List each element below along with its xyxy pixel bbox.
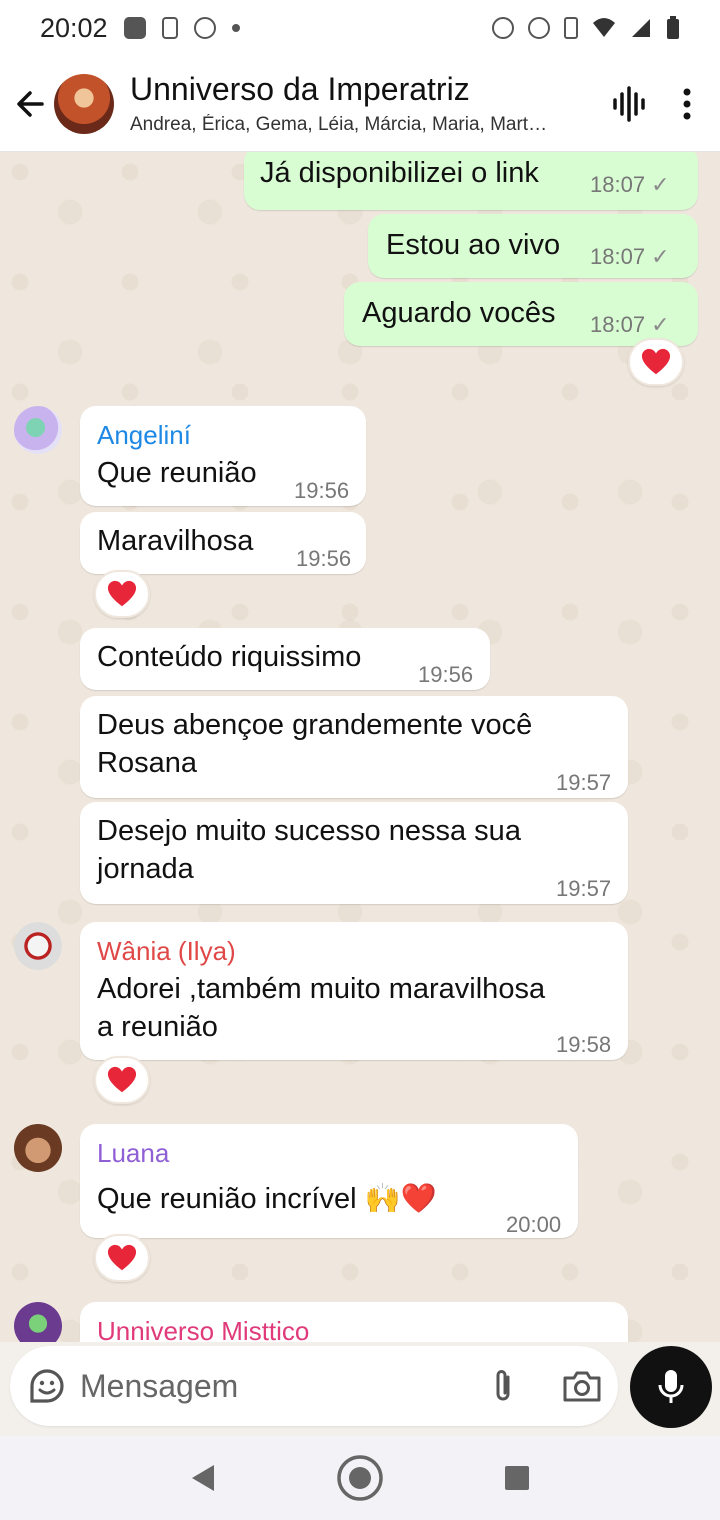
sender-avatar[interactable] — [14, 406, 62, 454]
mic-icon — [658, 1370, 684, 1403]
message-time: 19:56 — [294, 478, 350, 503]
message-time: 18:07 ✓ — [590, 166, 670, 204]
message-time: 18:07 ✓ — [590, 238, 670, 276]
sender-name[interactable]: Luana — [97, 1134, 169, 1172]
chat-header: Unniverso da Imperatriz Andrea, Érica, G… — [0, 56, 720, 152]
alarm-icon — [492, 17, 514, 39]
audio-waveform-icon[interactable] — [612, 85, 646, 122]
signal-icon — [632, 19, 650, 37]
sender-avatar[interactable] — [14, 1302, 62, 1342]
system-navigation-bar — [0, 1436, 720, 1520]
group-avatar[interactable] — [54, 73, 114, 134]
message-placeholder: Mensagem — [80, 1367, 239, 1404]
message-time: 19:57 — [556, 876, 612, 901]
chat-info[interactable]: Unniverso da Imperatriz Andrea, Érica, G… — [130, 71, 570, 136]
sent-check-icon: ✓ — [651, 244, 670, 269]
sender-avatar[interactable] — [14, 922, 62, 970]
status-time: 20:02 — [40, 12, 108, 43]
nav-back-icon[interactable] — [190, 1463, 216, 1493]
nav-recents-icon[interactable] — [504, 1465, 530, 1491]
message-time-value: 18:07 — [590, 172, 646, 197]
message-reaction[interactable] — [94, 1056, 150, 1104]
composer-bar: Mensagem — [0, 1342, 720, 1436]
message-text: Rosana — [97, 747, 197, 779]
incoming-message[interactable]: Angeliní Que reunião 19:56 — [80, 406, 366, 506]
sent-check-icon: ✓ — [651, 172, 670, 197]
heart-reaction-icon — [107, 1244, 137, 1271]
notification-app-icon — [123, 17, 146, 39]
message-time: 19:58 — [556, 1032, 612, 1057]
attach-icon[interactable] — [490, 1367, 516, 1405]
incoming-message[interactable]: Wânia (Ilya) Adorei ,também muito maravi… — [80, 922, 628, 1060]
heart-reaction-icon — [641, 348, 671, 375]
message-time: 20:00 — [506, 1212, 562, 1237]
notification-dot-icon — [231, 24, 240, 32]
status-bar: 20:02 — [0, 0, 720, 56]
outgoing-message[interactable]: Já disponibilizei o link 18:07 ✓ — [244, 152, 698, 210]
nav-home-icon[interactable] — [336, 1454, 384, 1502]
chat-area[interactable]: Já disponibilizei o link 18:07 ✓ Estou ao… — [0, 152, 720, 1342]
group-members: Andrea, Érica, Gema, Léia, Márcia, Maria… — [130, 114, 548, 135]
message-text: Conteúdo riquissimo — [97, 641, 362, 673]
message-text: a reunião — [97, 1011, 218, 1043]
message-reaction[interactable] — [94, 1234, 150, 1282]
message-text: Estou ao vivo — [386, 229, 561, 261]
message-input[interactable]: Mensagem — [10, 1346, 618, 1426]
sender-name[interactable]: Angeliní — [97, 416, 191, 454]
outgoing-message[interactable]: Estou ao vivo 18:07 ✓ — [368, 214, 698, 278]
incoming-message[interactable]: Deus abençoe grandemente você Rosana 19:… — [80, 696, 628, 798]
message-text: Adorei ,também muito maravilhosa — [97, 973, 546, 1005]
message-text: Maravilhosa — [97, 525, 254, 557]
incoming-message[interactable]: Maravilhosa 19:56 — [80, 512, 366, 574]
incoming-message[interactable]: Luana Que reunião incrível 🙌❤️ 20:00 — [80, 1124, 578, 1238]
sender-name[interactable]: Wânia (Ilya) — [97, 932, 236, 970]
message-text: Deus abençoe grandemente você — [97, 709, 533, 741]
incoming-message[interactable]: Unniverso Misttico — [80, 1302, 628, 1342]
camera-icon[interactable] — [562, 1369, 602, 1403]
battery-icon — [667, 16, 679, 39]
message-reaction[interactable] — [628, 338, 684, 386]
message-text: Aguardo vocês — [362, 297, 556, 329]
wifi-icon — [593, 18, 615, 37]
incoming-message[interactable]: Conteúdo riquissimo 19:56 — [80, 628, 490, 690]
message-time: 19:57 — [556, 770, 612, 795]
outgoing-message[interactable]: Aguardo vocês 18:07 ✓ — [344, 282, 698, 346]
heart-reaction-icon — [107, 1066, 137, 1093]
incoming-message[interactable]: Desejo muito sucesso nessa sua jornada 1… — [80, 802, 628, 904]
data-saver-icon — [528, 17, 550, 39]
notification-screenshot-icon — [161, 17, 178, 39]
message-text: Desejo muito sucesso nessa sua — [97, 815, 521, 847]
message-time-value: 18:07 — [590, 312, 646, 337]
message-text: Já disponibilizei o link — [260, 157, 539, 189]
notification-chat-icon — [193, 17, 216, 39]
message-time-value: 18:07 — [590, 244, 646, 269]
group-title: Unniverso da Imperatriz — [130, 71, 470, 107]
back-arrow-icon — [17, 90, 44, 117]
more-vert-icon[interactable] — [682, 88, 692, 120]
back-button[interactable] — [0, 56, 60, 152]
sticker-icon[interactable] — [28, 1367, 66, 1405]
sent-check-icon: ✓ — [651, 312, 670, 337]
sender-name[interactable]: Unniverso Misttico — [97, 1312, 309, 1342]
message-text: Que reunião — [97, 457, 257, 489]
message-text: jornada — [97, 853, 194, 885]
message-time: 19:56 — [296, 546, 352, 571]
heart-reaction-icon — [107, 580, 137, 607]
sender-avatar[interactable] — [14, 1124, 62, 1172]
message-time: 19:56 — [418, 662, 474, 687]
message-text: Que reunião incrível 🙌❤️ — [97, 1183, 437, 1215]
voice-message-button[interactable] — [630, 1346, 712, 1428]
vibrate-icon — [564, 17, 578, 39]
message-reaction[interactable] — [94, 570, 150, 618]
